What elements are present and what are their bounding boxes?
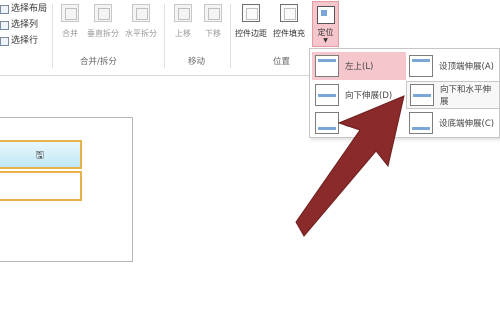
move-group-label: 移动: [188, 57, 206, 67]
menu-item-stretch-top[interactable]: 设顶端伸展(A): [406, 52, 500, 80]
stretch-top-icon: [409, 55, 433, 77]
menu-item-top-left[interactable]: 左上(L): [312, 52, 406, 80]
anchor-menu: 左上(L) 向下伸展(D) 左下(B) 设顶端伸展(A) 向下和水平伸展 设底端…: [309, 48, 500, 138]
menu-item-stretch-down-across[interactable]: 向下和水平伸展: [406, 81, 500, 109]
horizontal-split-icon: [132, 4, 150, 22]
position-group-label: 位置: [273, 57, 291, 67]
stretch-down-across-icon: [410, 84, 434, 106]
bottom-left-icon: [315, 112, 339, 134]
padding-icon: [280, 4, 298, 22]
column-icon: [0, 20, 9, 30]
chevron-down-icon: ▼: [323, 37, 328, 44]
table-header-row[interactable]: 🖫: [0, 140, 82, 169]
table-row[interactable]: [0, 171, 82, 201]
row-icon: [0, 36, 9, 46]
merge-group-label: 合并/拆分: [80, 57, 117, 67]
menu-item-bottom-left[interactable]: 左下(B): [312, 109, 406, 137]
horizontal-split-button[interactable]: 水平拆分: [125, 4, 157, 39]
menu-item-stretch-down[interactable]: 向下伸展(D): [312, 81, 406, 109]
vertical-split-button[interactable]: 垂直拆分: [87, 4, 119, 39]
control-padding-button[interactable]: 控件填充: [273, 4, 305, 39]
stretch-down-icon: [315, 84, 339, 106]
layout-icon: [0, 4, 9, 14]
move-up-button[interactable]: 上移: [170, 4, 196, 39]
anchor-icon: [316, 6, 335, 24]
control-margins-button[interactable]: 控件边距: [235, 4, 267, 39]
merge-button[interactable]: 合并: [57, 4, 83, 39]
move-up-icon: [174, 4, 192, 22]
move-down-icon: [204, 4, 222, 22]
vertical-split-icon: [94, 4, 112, 22]
save-icon: 🖫: [35, 150, 44, 161]
move-down-button[interactable]: 下移: [200, 4, 226, 39]
margins-icon: [242, 4, 260, 22]
anchor-dropdown-button[interactable]: 定位 ▼: [312, 1, 339, 47]
divider: [230, 4, 231, 68]
merge-icon: [61, 4, 79, 22]
select-column-item[interactable]: 选择列: [0, 18, 38, 32]
select-layout-item[interactable]: 选择布局: [0, 2, 47, 16]
top-left-icon: [315, 55, 339, 77]
select-row-item[interactable]: 选择行: [0, 34, 38, 48]
menu-item-stretch-bottom[interactable]: 设底端伸展(C): [406, 109, 500, 137]
stretch-bottom-icon: [409, 112, 433, 134]
